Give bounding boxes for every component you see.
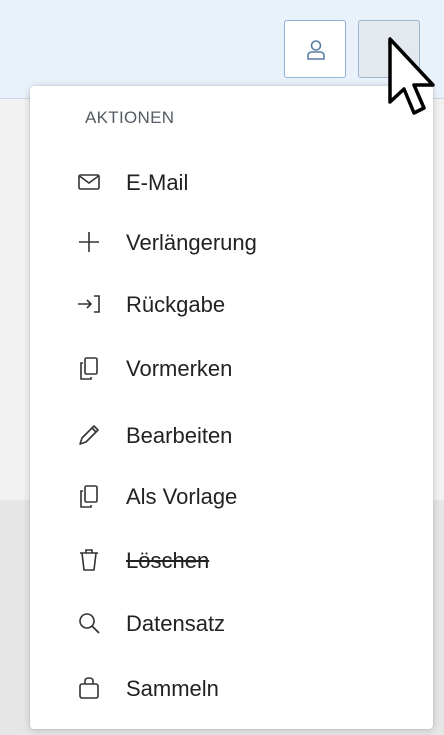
menu-item-label: Vormerken (126, 356, 233, 381)
mail-icon (78, 174, 100, 190)
menu-item-label: Löschen (126, 548, 210, 573)
menu-item-label: E-Mail (126, 170, 189, 195)
search-icon (79, 613, 100, 634)
menu-item-renewal[interactable]: Verlängerung (30, 216, 433, 268)
copy-icon (80, 485, 98, 508)
menu-item-edit[interactable]: Bearbeiten (30, 409, 433, 461)
menu-item-label: Bearbeiten (126, 423, 233, 448)
menu-item-return[interactable]: Rückgabe (30, 278, 433, 330)
user-button[interactable] (284, 20, 346, 78)
section-title: AKTIONEN (85, 108, 175, 127)
menu-item-label: Verlängerung (126, 230, 257, 255)
copy-icon (80, 357, 98, 380)
menu-item-label: Sammeln (126, 676, 219, 701)
menu-item-label: Rückgabe (126, 292, 226, 317)
menu-item-record[interactable]: Datensatz (30, 597, 433, 649)
menu-item-label: Datensatz (126, 611, 226, 636)
actions-dropdown: AKTIONEN E-Mail Verlängerung Rückgabe Vo… (30, 86, 433, 729)
bag-icon (79, 677, 99, 699)
plus-icon (79, 232, 99, 252)
user-icon (307, 40, 325, 60)
menu-item-collect[interactable]: Sammeln (30, 662, 433, 714)
menu-item-reserve[interactable]: Vormerken (30, 342, 433, 394)
top-bar (0, 0, 444, 99)
pencil-icon (79, 425, 99, 445)
trash-icon (80, 549, 98, 571)
mouse-cursor-icon (388, 37, 435, 115)
menu-item-label: Als Vorlage (126, 484, 238, 509)
menu-item-delete[interactable]: Löschen (30, 534, 433, 586)
menu-item-email[interactable]: E-Mail (30, 156, 433, 208)
menu-item-as-template[interactable]: Als Vorlage (30, 470, 433, 522)
return-icon (78, 295, 100, 313)
